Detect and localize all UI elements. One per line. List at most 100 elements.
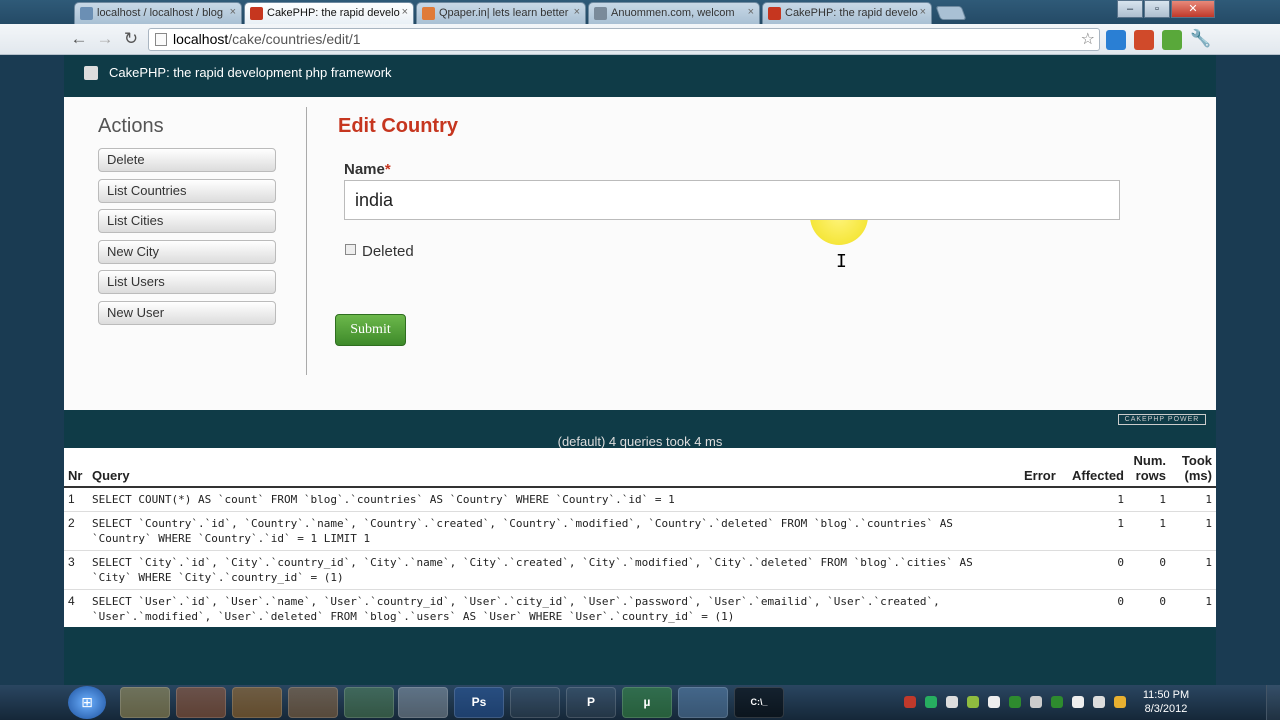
cakephp-power-badge[interactable]: CAKEPHP POWER [1118, 414, 1206, 425]
header-title[interactable]: CakePHP: the rapid development php frame… [109, 65, 392, 80]
table-row: 2 SELECT `Country`.`id`, `Country`.`name… [64, 511, 1216, 551]
name-input[interactable]: india [344, 180, 1120, 220]
actions-title: Actions [98, 115, 164, 137]
tab-close-icon[interactable]: × [748, 6, 754, 18]
volume-icon[interactable] [1030, 696, 1042, 708]
deleted-label: Deleted [362, 243, 414, 260]
network-icon[interactable] [1093, 696, 1105, 708]
browser-tab-4[interactable]: CakePHP: the rapid develo × [762, 2, 932, 24]
query-nr: 1 [64, 487, 88, 512]
query-took: 1 [1170, 550, 1216, 590]
list-users-button[interactable]: List Users [98, 270, 276, 295]
query-error [1019, 589, 1068, 629]
taskbar-notepad-icon[interactable] [344, 687, 394, 718]
show-desktop-button[interactable] [1266, 685, 1280, 720]
query-error [1019, 511, 1068, 551]
maximize-button[interactable]: ▫ [1144, 0, 1170, 18]
tab-title: Qpaper.in| lets learn better [439, 7, 569, 19]
list-countries-button[interactable]: List Countries [98, 178, 276, 203]
query-text: SELECT `City`.`id`, `City`.`country_id`,… [88, 550, 1020, 590]
taskbar-vlc-icon[interactable] [232, 687, 282, 718]
main-content: Actions Delete List Countries List Citie… [64, 97, 1216, 410]
extension-icon[interactable] [1106, 30, 1126, 50]
url-path: /cake/countries/edit/1 [228, 31, 361, 47]
query-took: 1 [1170, 487, 1216, 512]
required-mark: * [384, 161, 391, 178]
tab-close-icon[interactable]: × [402, 6, 408, 18]
back-arrow-icon[interactable]: ← [68, 29, 90, 51]
new-tab-button[interactable] [935, 6, 967, 20]
taskbar-p-app-icon[interactable]: P [566, 687, 616, 718]
cakephp-favicon-icon [250, 7, 263, 20]
taskbar-photoshop-icon[interactable]: Ps [454, 687, 504, 718]
query-num-rows: 0 [1128, 550, 1170, 590]
query-took: 1 [1170, 511, 1216, 551]
submit-button[interactable]: Submit [335, 314, 406, 346]
taskbar-virtualbox-icon[interactable] [678, 687, 728, 718]
forward-arrow-icon[interactable]: → [94, 29, 116, 51]
query-nr: 3 [64, 550, 88, 590]
table-row: 1 SELECT COUNT(*) AS `count` FROM `blog`… [64, 487, 1216, 512]
sql-log-bar: CAKEPHP POWER (default) 4 queries took 4… [64, 410, 1216, 449]
window-close-button[interactable]: ✕ [1171, 0, 1215, 18]
column-header-took: Took (ms) [1170, 448, 1216, 488]
query-text: SELECT `User`.`id`, `User`.`name`, `User… [88, 589, 1020, 629]
extension-icon[interactable] [1134, 30, 1154, 50]
taskbar-chrome-icon[interactable] [398, 687, 448, 718]
tab-title: CakePHP: the rapid develo [267, 7, 400, 19]
tray-icon[interactable] [946, 696, 958, 708]
tab-close-icon[interactable]: × [920, 6, 926, 18]
browser-tab-2[interactable]: Qpaper.in| lets learn better × [416, 2, 586, 24]
clock-time: 11:50 PM [1142, 689, 1190, 701]
new-city-button[interactable]: New City [98, 239, 276, 264]
system-clock[interactable]: 11:50 PM 8/3/2012 [1133, 688, 1199, 716]
tray-icon[interactable] [1009, 696, 1021, 708]
reload-icon[interactable]: ↻ [120, 29, 142, 51]
query-affected: 1 [1067, 487, 1128, 512]
taskbar-firefox-icon[interactable] [176, 687, 226, 718]
tray-icon[interactable] [1051, 696, 1063, 708]
taskbar-cmd-icon[interactable]: C:\_ [734, 687, 784, 718]
taskbar-utorrent-icon[interactable]: µ [622, 687, 672, 718]
browser-toolbar: ← → ↻ localhost/cake/countries/edit/1 ☆ … [0, 24, 1280, 55]
wrench-menu-icon[interactable]: 🔧 [1190, 29, 1212, 51]
delete-button[interactable]: Delete [98, 148, 276, 172]
tray-icon[interactable] [967, 696, 979, 708]
form-title: Edit Country [338, 115, 458, 137]
web-page: CakePHP: the rapid development php frame… [64, 55, 1216, 685]
phpmyadmin-icon [80, 7, 93, 20]
action-center-icon[interactable] [1114, 696, 1126, 708]
browser-tab-1[interactable]: CakePHP: the rapid develo × [244, 2, 414, 24]
page-favicon-icon [594, 7, 607, 20]
table-row: 3 SELECT `City`.`id`, `City`.`country_id… [64, 550, 1216, 590]
query-affected: 0 [1067, 589, 1128, 629]
query-nr: 4 [64, 589, 88, 629]
tray-icon[interactable] [988, 696, 1000, 708]
taskbar-document-icon[interactable] [510, 687, 560, 718]
query-num-rows: 1 [1128, 511, 1170, 551]
name-label-text: Name [344, 161, 385, 178]
tab-close-icon[interactable]: × [574, 6, 580, 18]
sidebar-divider [306, 107, 307, 375]
extension-icon[interactable] [1162, 30, 1182, 50]
list-cities-button[interactable]: List Cities [98, 209, 276, 234]
tray-icon[interactable] [1072, 696, 1084, 708]
start-button[interactable]: ⊞ [68, 686, 106, 719]
query-error [1019, 487, 1068, 512]
tab-close-icon[interactable]: × [230, 6, 236, 18]
cake-header: CakePHP: the rapid development php frame… [64, 55, 1216, 97]
bookmark-star-icon[interactable]: ☆ [1081, 29, 1095, 50]
column-header-nr: Nr [64, 448, 88, 488]
browser-tab-3[interactable]: Anuommen.com, welcom × [588, 2, 760, 24]
query-affected: 0 [1067, 550, 1128, 590]
deleted-checkbox[interactable] [345, 244, 356, 255]
taskbar-media-player-icon[interactable] [288, 687, 338, 718]
tray-icon[interactable] [904, 696, 916, 708]
taskbar-explorer-icon[interactable] [120, 687, 170, 718]
query-num-rows: 1 [1128, 487, 1170, 512]
new-user-button[interactable]: New User [98, 300, 276, 325]
minimize-button[interactable]: – [1117, 0, 1143, 18]
browser-tab-0[interactable]: localhost / localhost / blog × [74, 2, 242, 24]
tray-icon[interactable] [925, 696, 937, 708]
address-bar[interactable]: localhost/cake/countries/edit/1 ☆ [148, 28, 1100, 51]
